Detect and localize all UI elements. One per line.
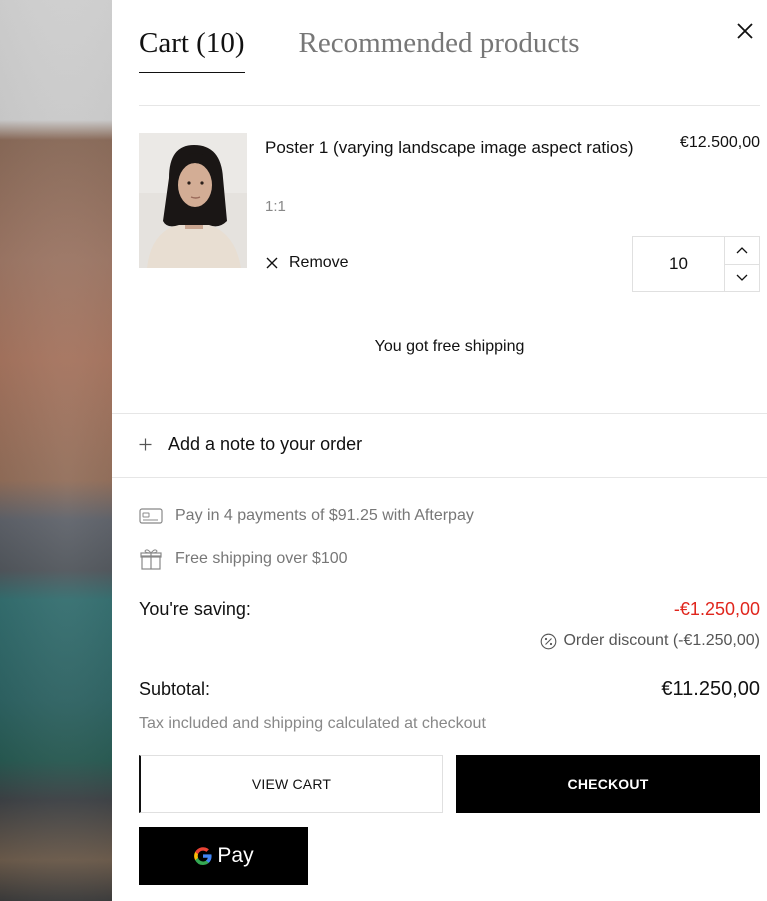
saving-value: -€1.250,00 (673, 599, 760, 619)
quantity-increase-button[interactable] (725, 237, 759, 264)
quantity-steps (724, 237, 759, 291)
cart-drawer: Cart (10) Recommended products Poster 1 … (112, 0, 767, 901)
product-price: €12.500,00 (679, 134, 760, 151)
remove-label: Remove (289, 254, 349, 271)
saving-label: You're saving: (139, 599, 251, 619)
free-shipping-promo: Free shipping over $100 (139, 548, 348, 570)
page-backdrop (0, 0, 112, 901)
chevron-up-icon (736, 247, 748, 254)
tax-note: Tax included and shipping calculated at … (139, 715, 486, 732)
quantity-input[interactable] (633, 237, 724, 291)
remove-icon (266, 257, 278, 269)
divider (139, 105, 760, 106)
tab-cart[interactable]: Cart (10) (139, 27, 245, 73)
view-cart-button[interactable]: VIEW CART (139, 755, 443, 813)
divider (112, 413, 767, 414)
google-pay-button[interactable]: Pay (139, 827, 308, 885)
divider (112, 477, 767, 478)
subtotal-row: Subtotal: €11.250,00 (139, 678, 760, 701)
credit-card-icon (139, 508, 163, 524)
afterpay-promo: Pay in 4 payments of $91.25 with Afterpa… (139, 507, 474, 525)
order-discount-text: Order discount (-€1.250,00) (563, 632, 760, 649)
portrait-image (139, 133, 247, 268)
subtotal-value: €11.250,00 (661, 678, 760, 700)
remove-button[interactable]: Remove (265, 254, 349, 272)
quantity-decrease-button[interactable] (725, 263, 759, 292)
order-discount: Order discount (-€1.250,00) (540, 632, 760, 650)
product-title[interactable]: Poster 1 (varying landscape image aspect… (265, 134, 635, 161)
tab-recommended-products[interactable]: Recommended products (299, 27, 580, 73)
plus-icon (139, 438, 152, 451)
gift-icon (140, 549, 162, 570)
chevron-down-icon (736, 274, 748, 281)
add-note-label: Add a note to your order (168, 434, 363, 454)
discount-icon (541, 633, 557, 649)
add-note-toggle[interactable]: Add a note to your order (139, 434, 362, 455)
checkout-button[interactable]: CHECKOUT (456, 755, 760, 813)
close-button[interactable] (734, 20, 756, 42)
product-variant: 1:1 (265, 198, 286, 215)
afterpay-text: Pay in 4 payments of $91.25 with Afterpa… (175, 507, 474, 524)
free-shipping-message: You got free shipping (374, 338, 525, 355)
product-image[interactable] (139, 133, 247, 268)
subtotal-label: Subtotal: (139, 679, 211, 699)
drawer-tabs: Cart (10) Recommended products (139, 27, 580, 73)
free-shipping-text: Free shipping over $100 (175, 550, 348, 567)
google-pay-label: Pay (217, 844, 254, 867)
saving-row: You're saving: -€1.250,00 (139, 599, 760, 620)
quantity-stepper (632, 236, 760, 292)
google-g-icon (194, 847, 213, 865)
close-icon (737, 23, 753, 39)
